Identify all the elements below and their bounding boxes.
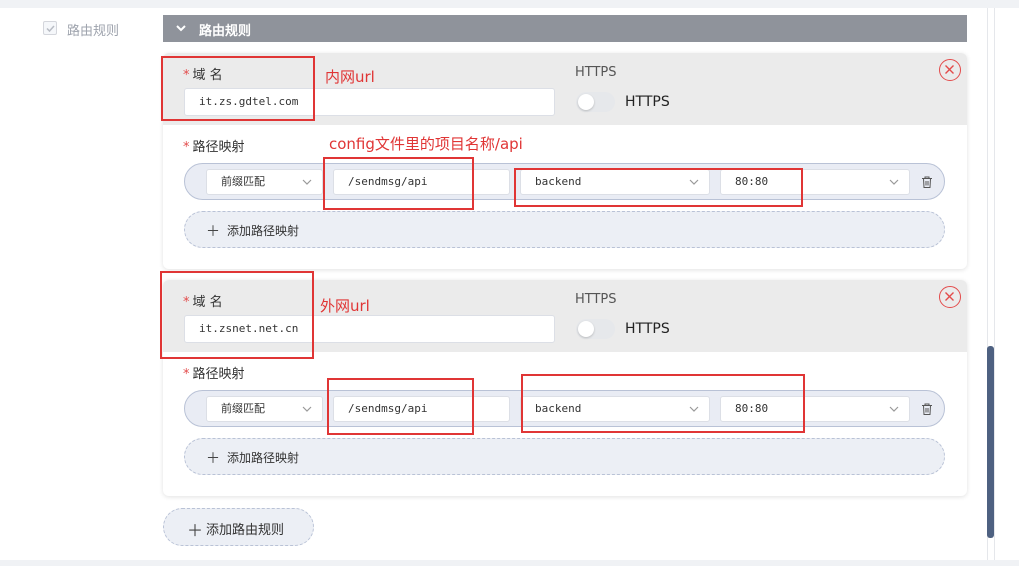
chevron-down-icon [176,25,186,32]
close-icon [945,292,954,301]
trash-icon[interactable] [920,402,934,416]
annotation-intranet-url: 内网url [325,68,375,86]
plus-icon: ＋ [206,451,220,467]
match-type-select[interactable]: 前缀匹配 [206,396,323,422]
add-path-mapping-label: 添加路径映射 [227,451,300,465]
chevron-down-icon [302,179,312,185]
annotation-box-domain-2 [160,271,314,359]
route-rule-checkbox[interactable] [43,21,57,35]
https-title: HTTPS [575,65,617,80]
add-route-rule-label: 添加路由规则 [206,523,285,538]
chevron-down-icon [889,406,899,412]
path-mapping-label: * 路径映射 [183,140,245,155]
required-mark: * [183,367,190,382]
https-toggle[interactable] [576,319,615,339]
plus-icon: ＋ [187,521,204,540]
annotation-box-service-2 [521,374,805,433]
chevron-down-icon [889,179,899,185]
bottom-strip [0,560,1019,566]
toggle-knob [578,321,594,337]
plus-icon: ＋ [206,224,220,240]
https-title: HTTPS [575,292,617,307]
https-toggle-label: HTTPS [625,94,670,110]
scrollbar-thumb[interactable] [987,346,994,538]
annotation-config-path: config文件里的项目名称/api [329,135,523,153]
add-route-rule-button[interactable]: ＋ 添加路由规则 [163,508,314,546]
route-rule-checkbox-label: 路由规则 [67,24,120,39]
route-rules-header[interactable]: 路由规则 [163,15,967,42]
remove-rule-button[interactable] [939,59,961,81]
top-strip [0,0,1019,8]
annotation-box-service-1 [514,168,803,207]
section-title: 路由规则 [199,24,252,39]
annotation-box-path-2 [327,378,474,435]
path-mapping-label: * 路径映射 [183,367,245,382]
annotation-box-path-1 [323,157,474,210]
add-path-mapping-button[interactable]: ＋ 添加路径映射 [184,211,945,248]
add-path-mapping-label: 添加路径映射 [227,224,300,238]
trash-icon[interactable] [920,175,934,189]
https-toggle-label: HTTPS [625,321,670,337]
toggle-knob [578,94,594,110]
match-type-value: 前缀匹配 [221,175,265,188]
check-icon [46,25,55,33]
match-type-value: 前缀匹配 [221,402,265,415]
required-mark: * [183,140,190,155]
match-type-select[interactable]: 前缀匹配 [206,169,323,195]
remove-rule-button[interactable] [939,286,961,308]
https-toggle[interactable] [576,92,615,112]
annotation-extranet-url: 外网url [320,297,370,315]
close-icon [945,65,954,74]
chevron-down-icon [302,406,312,412]
add-path-mapping-button[interactable]: ＋ 添加路径映射 [184,438,945,475]
annotation-box-domain-1 [161,56,315,121]
